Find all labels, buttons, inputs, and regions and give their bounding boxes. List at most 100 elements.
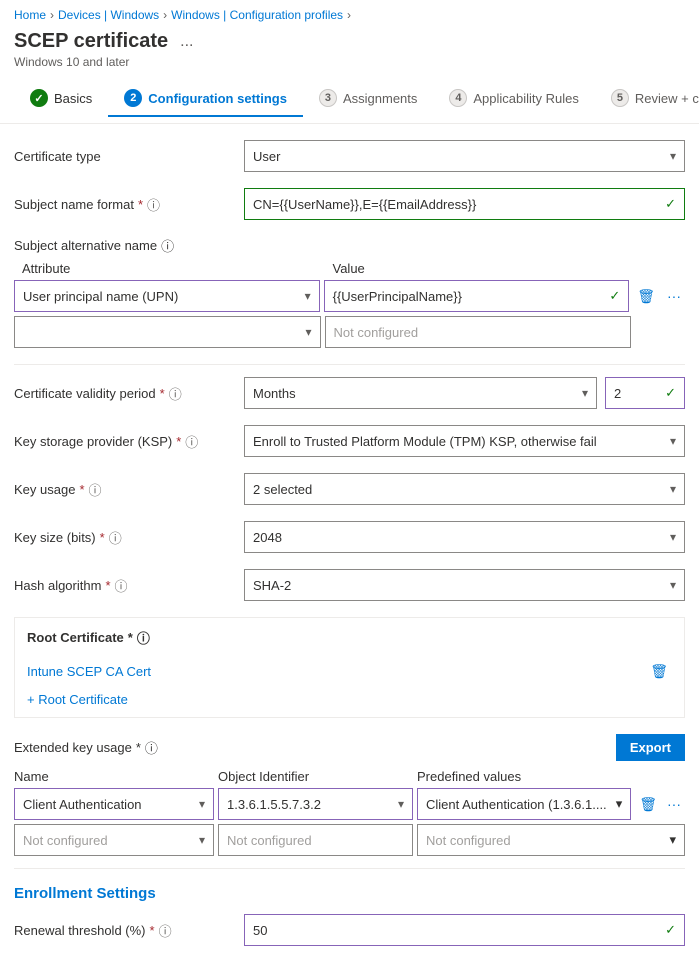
key-size-select[interactable]: 2048 ▾ bbox=[244, 521, 685, 553]
enrollment-section: Enrollment Settings Renewal threshold (%… bbox=[14, 885, 685, 946]
tab-applicability[interactable]: 4 Applicability Rules bbox=[433, 81, 595, 117]
san-row-2: ▾ Not configured bbox=[14, 316, 685, 348]
more-options-button[interactable]: ... bbox=[176, 31, 197, 53]
hash-info-icon[interactable]: ⓘ bbox=[115, 576, 128, 595]
divider-2 bbox=[14, 868, 685, 869]
form-content: Certificate type User ▾ Subject name for… bbox=[0, 124, 699, 978]
chevron-down-icon: ▾ bbox=[616, 796, 623, 812]
page-title: SCEP certificate bbox=[14, 30, 168, 53]
root-cert-info-icon[interactable]: ⓘ bbox=[137, 628, 150, 647]
key-usage-label: Key usage * ⓘ bbox=[14, 480, 244, 499]
san-delete-button-1[interactable]: 🗑 bbox=[633, 284, 659, 309]
breadcrumb-profiles[interactable]: Windows | Configuration profiles bbox=[171, 8, 343, 22]
root-certificate-section: Root Certificate * ⓘ Intune SCEP CA Cert… bbox=[14, 617, 685, 718]
certificate-type-label: Certificate type bbox=[14, 149, 244, 164]
eku-name-select-2[interactable]: Not configured ▾ bbox=[14, 824, 214, 856]
ksp-label: Key storage provider (KSP) * ⓘ bbox=[14, 432, 244, 451]
tab-review[interactable]: 5 Review + create bbox=[595, 81, 699, 117]
validity-period-select[interactable]: Months ▾ bbox=[244, 377, 597, 409]
chevron-down-icon: ▾ bbox=[582, 386, 588, 400]
chevron-down-icon: ▾ bbox=[670, 434, 676, 448]
page-header: SCEP certificate ... Windows 10 and late… bbox=[0, 26, 699, 75]
ksp-info-icon[interactable]: ⓘ bbox=[185, 432, 198, 451]
san-attribute-select-2[interactable]: ▾ bbox=[14, 316, 321, 348]
subject-name-format-row: Subject name format * ⓘ CN={{UserName}},… bbox=[14, 188, 685, 220]
renewal-threshold-input[interactable]: 50 ✓ bbox=[244, 914, 685, 946]
validity-info-icon[interactable]: ⓘ bbox=[169, 384, 182, 403]
export-button[interactable]: Export bbox=[616, 734, 685, 761]
chevron-down-icon: ▾ bbox=[670, 530, 676, 544]
subject-name-format-label: Subject name format * ⓘ bbox=[14, 195, 244, 214]
tab-basics-circle: ✓ bbox=[30, 89, 48, 107]
cert-validity-row: Certificate validity period * ⓘ Months ▾… bbox=[14, 377, 685, 409]
check-icon: ✓ bbox=[665, 922, 676, 938]
eku-label: Extended key usage * ⓘ bbox=[14, 738, 158, 757]
info-icon[interactable]: ⓘ bbox=[147, 195, 160, 214]
eku-predef-header: Predefined values bbox=[417, 769, 685, 784]
divider-1 bbox=[14, 364, 685, 365]
tab-assignments[interactable]: 3 Assignments bbox=[303, 81, 433, 117]
chevron-down-icon: ▾ bbox=[305, 289, 311, 303]
eku-oid-header: Object Identifier bbox=[218, 769, 413, 784]
key-usage-select[interactable]: 2 selected ▾ bbox=[244, 473, 685, 505]
hash-algorithm-row: Hash algorithm * ⓘ SHA-2 ▾ bbox=[14, 569, 685, 601]
tab-config-circle: 2 bbox=[124, 89, 142, 107]
san-attribute-header: Attribute bbox=[14, 261, 325, 276]
breadcrumb: Home › Devices | Windows › Windows | Con… bbox=[0, 0, 699, 26]
tab-basics[interactable]: ✓ Basics bbox=[14, 81, 108, 117]
key-usage-info-icon[interactable]: ⓘ bbox=[89, 480, 102, 499]
eku-header: Extended key usage * ⓘ Export bbox=[14, 734, 685, 761]
eku-delete-button-1[interactable]: 🗑 bbox=[635, 792, 661, 817]
root-cert-link[interactable]: Intune SCEP CA Cert bbox=[27, 664, 151, 679]
chevron-down-icon: ▾ bbox=[670, 578, 676, 592]
eku-oid-select-1[interactable]: 1.3.6.1.5.5.7.3.2 ▾ bbox=[218, 788, 413, 820]
chevron-down-icon: ▾ bbox=[305, 325, 311, 339]
key-size-label: Key size (bits) * ⓘ bbox=[14, 528, 244, 547]
eku-predef-select-2[interactable]: Not configured ▾ bbox=[417, 824, 685, 856]
san-label: Subject alternative name ⓘ bbox=[14, 236, 685, 255]
ksp-select[interactable]: Enroll to Trusted Platform Module (TPM) … bbox=[244, 425, 685, 457]
chevron-down-icon: ▾ bbox=[670, 149, 676, 163]
eku-oid-select-2[interactable]: Not configured bbox=[218, 824, 413, 856]
chevron-down-icon: ▾ bbox=[670, 482, 676, 496]
san-value-input-2[interactable]: Not configured bbox=[325, 316, 632, 348]
san-row-1: User principal name (UPN) ▾ {{UserPrinci… bbox=[14, 280, 685, 312]
hash-algorithm-select[interactable]: SHA-2 ▾ bbox=[244, 569, 685, 601]
check-icon: ✓ bbox=[665, 196, 676, 212]
tab-review-circle: 5 bbox=[611, 89, 629, 107]
subject-name-format-input[interactable]: CN={{UserName}},E={{EmailAddress}} ✓ bbox=[244, 188, 685, 220]
root-cert-delete-button[interactable]: 🗑 bbox=[646, 659, 672, 684]
san-headers: Attribute Value bbox=[14, 261, 685, 276]
breadcrumb-home[interactable]: Home bbox=[14, 8, 46, 22]
eku-name-select-1[interactable]: Client Authentication ▾ bbox=[14, 788, 214, 820]
tab-app-circle: 4 bbox=[449, 89, 467, 107]
certificate-type-select[interactable]: User ▾ bbox=[244, 140, 685, 172]
san-more-button-1[interactable]: ··· bbox=[663, 284, 685, 309]
chevron-down-icon: ▾ bbox=[669, 832, 676, 848]
validity-controls: Months ▾ 2 ✓ bbox=[244, 377, 685, 409]
renewal-info-icon[interactable]: ⓘ bbox=[159, 921, 172, 940]
hash-algorithm-label: Hash algorithm * ⓘ bbox=[14, 576, 244, 595]
subject-alt-name-section: Subject alternative name ⓘ Attribute Val… bbox=[14, 236, 685, 348]
tab-configuration[interactable]: 2 Configuration settings bbox=[108, 81, 303, 117]
eku-info-icon[interactable]: ⓘ bbox=[145, 738, 158, 757]
eku-predef-select-1[interactable]: Client Authentication (1.3.6.1.... ▾ bbox=[417, 788, 631, 820]
root-cert-title: Root Certificate * ⓘ bbox=[27, 628, 672, 647]
subject-name-format-control: CN={{UserName}},E={{EmailAddress}} ✓ bbox=[244, 188, 685, 220]
eku-column-headers: Name Object Identifier Predefined values bbox=[14, 769, 685, 784]
eku-more-button-1[interactable]: ··· bbox=[663, 792, 685, 817]
wizard-tabs: ✓ Basics 2 Configuration settings 3 Assi… bbox=[0, 75, 699, 124]
eku-section: Extended key usage * ⓘ Export Name Objec… bbox=[14, 734, 685, 856]
key-size-info-icon[interactable]: ⓘ bbox=[109, 528, 122, 547]
validity-number-input[interactable]: 2 ✓ bbox=[605, 377, 685, 409]
cert-item: Intune SCEP CA Cert 🗑 bbox=[27, 655, 672, 688]
san-info-icon[interactable]: ⓘ bbox=[161, 236, 174, 255]
check-icon: ✓ bbox=[609, 288, 620, 304]
page-subtitle: Windows 10 and later bbox=[14, 55, 685, 69]
add-root-cert-link[interactable]: + Root Certificate bbox=[27, 692, 672, 707]
tab-assign-circle: 3 bbox=[319, 89, 337, 107]
san-attribute-select-1[interactable]: User principal name (UPN) ▾ bbox=[14, 280, 320, 312]
ksp-row: Key storage provider (KSP) * ⓘ Enroll to… bbox=[14, 425, 685, 457]
san-value-input-1[interactable]: {{UserPrincipalName}} ✓ bbox=[324, 280, 630, 312]
breadcrumb-devices[interactable]: Devices | Windows bbox=[58, 8, 159, 22]
